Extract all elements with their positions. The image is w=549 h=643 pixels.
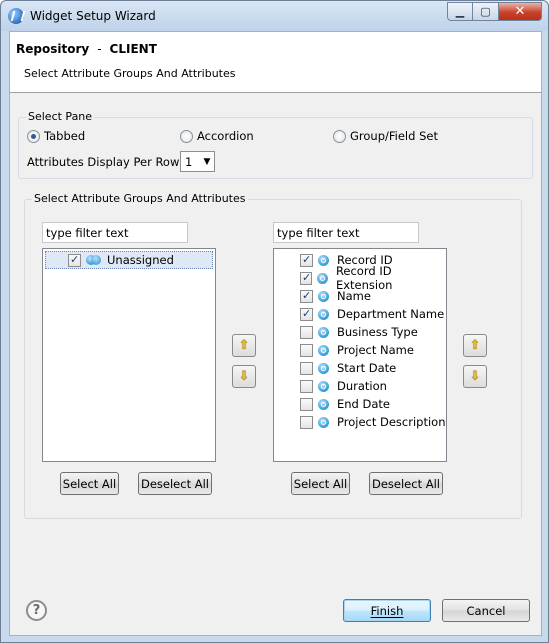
radio-group-field-set-dot[interactable] bbox=[333, 129, 346, 143]
left-filter-input[interactable]: type filter text bbox=[42, 222, 188, 243]
list-item-department-name[interactable]: Department Name bbox=[274, 305, 444, 323]
list-item-end-date[interactable]: End Date bbox=[274, 395, 390, 413]
radio-tabbed[interactable]: Tabbed bbox=[27, 129, 85, 143]
arrow-up-icon: ⇧ bbox=[238, 338, 250, 353]
move-attribute-up-button[interactable]: ⇧ bbox=[463, 334, 487, 357]
list-item-label: Start Date bbox=[337, 361, 397, 375]
record-id-extension-checkbox[interactable] bbox=[300, 271, 313, 285]
list-item-label: Duration bbox=[337, 379, 387, 393]
finish-label: Finish bbox=[370, 603, 404, 618]
attribute-icon bbox=[318, 380, 329, 392]
per-row-value: 1 bbox=[185, 154, 193, 169]
attributes-group-legend: Select Attribute Groups And Attributes bbox=[32, 192, 248, 205]
window-controls: ▁ ▢ ✕ bbox=[447, 2, 542, 21]
attribute-group-icon bbox=[86, 254, 102, 266]
wizard-header: Repository - CLIENT Select Attribute Group… bbox=[10, 32, 541, 93]
page-title: Repository - CLIENT bbox=[16, 42, 157, 56]
project-description-checkbox[interactable] bbox=[300, 415, 313, 429]
list-item-project-description[interactable]: Project Description bbox=[274, 413, 446, 431]
close-button[interactable]: ✕ bbox=[499, 2, 542, 21]
attribute-icon bbox=[318, 290, 329, 302]
radio-accordion-label: Accordion bbox=[197, 129, 254, 143]
title-bar[interactable]: Widget Setup Wizard ▁ ▢ ✕ bbox=[1, 1, 548, 31]
attribute-icon bbox=[318, 308, 329, 320]
select-pane-group bbox=[18, 117, 533, 179]
move-attribute-down-button[interactable]: ⇩ bbox=[463, 365, 487, 388]
select-pane-legend: Select Pane bbox=[26, 110, 95, 123]
list-item-unassigned[interactable]: Unassigned bbox=[45, 251, 213, 269]
radio-accordion[interactable]: Accordion bbox=[180, 129, 254, 143]
list-item-name[interactable]: Name bbox=[274, 287, 371, 305]
arrow-up-icon: ⇧ bbox=[469, 338, 481, 353]
right-filter-input[interactable]: type filter text bbox=[273, 222, 419, 243]
left-deselect-all-button[interactable]: Deselect All bbox=[138, 472, 212, 495]
department-name-checkbox[interactable] bbox=[300, 307, 313, 321]
attribute-icon bbox=[318, 416, 329, 428]
help-icon[interactable]: ? bbox=[26, 600, 47, 621]
title-separator: - bbox=[97, 42, 102, 56]
radio-tabbed-dot[interactable] bbox=[27, 129, 40, 143]
attribute-groups-list[interactable]: Unassigned bbox=[42, 248, 216, 462]
list-item-label: End Date bbox=[337, 397, 390, 411]
attribute-icon bbox=[317, 272, 328, 284]
attribute-icon bbox=[318, 362, 329, 374]
start-date-checkbox[interactable] bbox=[300, 361, 313, 375]
attribute-icon bbox=[318, 398, 329, 410]
app-logo-icon bbox=[8, 8, 24, 24]
dialog-body: Repository - CLIENT Select Attribute Group… bbox=[9, 31, 542, 636]
chevron-down-icon[interactable]: ▼ bbox=[200, 157, 214, 167]
list-item-project-name[interactable]: Project Name bbox=[274, 341, 414, 359]
business-type-checkbox[interactable] bbox=[300, 325, 313, 339]
repository-label: Repository bbox=[16, 42, 90, 56]
list-item-label: Name bbox=[337, 289, 371, 303]
attribute-icon bbox=[318, 254, 329, 266]
name-checkbox[interactable] bbox=[300, 289, 313, 303]
page-subtitle: Select Attribute Groups And Attributes bbox=[24, 67, 236, 80]
move-group-down-button[interactable]: ⇩ bbox=[232, 365, 256, 388]
project-name-checkbox[interactable] bbox=[300, 343, 313, 357]
list-item-label: Department Name bbox=[337, 307, 445, 321]
unassigned-checkbox[interactable] bbox=[68, 253, 81, 267]
window-title: Widget Setup Wizard bbox=[30, 9, 156, 23]
unassigned-label: Unassigned bbox=[107, 253, 174, 267]
maximize-button[interactable]: ▢ bbox=[473, 2, 499, 21]
radio-tabbed-label: Tabbed bbox=[44, 129, 86, 143]
list-item-start-date[interactable]: Start Date bbox=[274, 359, 396, 377]
radio-group-field-set[interactable]: Group/Field Set bbox=[333, 129, 438, 143]
end-date-checkbox[interactable] bbox=[300, 397, 313, 411]
list-item-label: Project Description bbox=[337, 415, 446, 429]
right-select-all-button[interactable]: Select All bbox=[291, 472, 350, 495]
list-item-duration[interactable]: Duration bbox=[274, 377, 387, 395]
minimize-button[interactable]: ▁ bbox=[447, 2, 473, 21]
list-item-record-id-extension[interactable]: Record ID Extension bbox=[274, 264, 446, 292]
arrow-down-icon: ⇩ bbox=[238, 369, 250, 384]
attribute-icon bbox=[318, 326, 329, 338]
arrow-down-icon: ⇩ bbox=[469, 369, 481, 384]
finish-button[interactable]: Finish bbox=[343, 599, 431, 622]
per-row-dropdown[interactable]: 1 ▼ bbox=[180, 151, 215, 172]
left-select-all-button[interactable]: Select All bbox=[60, 472, 119, 495]
move-group-up-button[interactable]: ⇧ bbox=[232, 334, 256, 357]
list-item-label: Project Name bbox=[337, 343, 414, 357]
radio-group-field-set-label: Group/Field Set bbox=[350, 129, 438, 143]
per-row-label: Attributes Display Per Row : bbox=[27, 155, 187, 169]
duration-checkbox[interactable] bbox=[300, 379, 313, 393]
cancel-button[interactable]: Cancel bbox=[442, 599, 530, 622]
attributes-list[interactable]: Record ID Record ID Extension Name Depar… bbox=[273, 248, 447, 462]
wizard-window: Widget Setup Wizard ▁ ▢ ✕ Repository - CLI… bbox=[0, 0, 549, 643]
record-id-checkbox[interactable] bbox=[300, 253, 313, 267]
list-item-business-type[interactable]: Business Type bbox=[274, 323, 418, 341]
right-deselect-all-button[interactable]: Deselect All bbox=[369, 472, 443, 495]
radio-accordion-dot[interactable] bbox=[180, 129, 193, 143]
list-item-label: Business Type bbox=[337, 325, 418, 339]
client-label: CLIENT bbox=[109, 42, 157, 56]
attribute-icon bbox=[318, 344, 329, 356]
